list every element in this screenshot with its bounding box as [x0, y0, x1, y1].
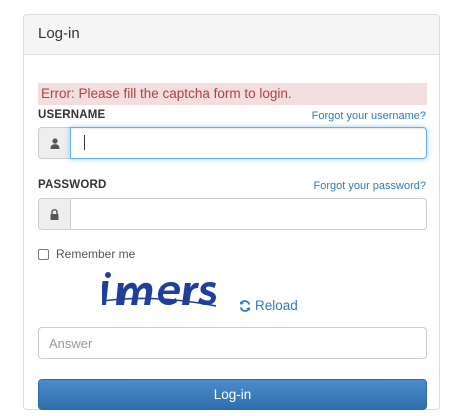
password-input[interactable]	[70, 198, 427, 230]
panel-title: Log-in	[24, 15, 439, 55]
captcha-answer-input[interactable]	[38, 327, 427, 359]
username-input-group	[38, 127, 427, 159]
login-panel: Log-in Error: Please fill the captcha fo…	[23, 14, 440, 410]
username-label: USERNAME	[38, 109, 106, 121]
username-input[interactable]	[70, 127, 427, 159]
user-icon	[38, 127, 70, 159]
forgot-username-link[interactable]: Forgot your username?	[312, 110, 426, 122]
reload-label: Reload	[255, 298, 298, 313]
remember-me-checkbox[interactable]	[38, 248, 49, 260]
text-cursor	[84, 135, 85, 150]
refresh-icon	[239, 299, 251, 312]
login-button[interactable]: Log-in	[38, 379, 427, 410]
error-alert: Error: Please fill the captcha form to l…	[38, 83, 427, 105]
remember-me-label: Remember me	[56, 247, 136, 261]
lock-icon	[38, 198, 70, 230]
password-input-group	[38, 198, 427, 230]
remember-me[interactable]: Remember me	[38, 247, 135, 261]
captcha-image	[102, 272, 216, 307]
reload-captcha-button[interactable]: Reload	[239, 298, 298, 313]
password-label: PASSWORD	[38, 179, 107, 191]
forgot-password-link[interactable]: Forgot your password?	[314, 180, 427, 192]
